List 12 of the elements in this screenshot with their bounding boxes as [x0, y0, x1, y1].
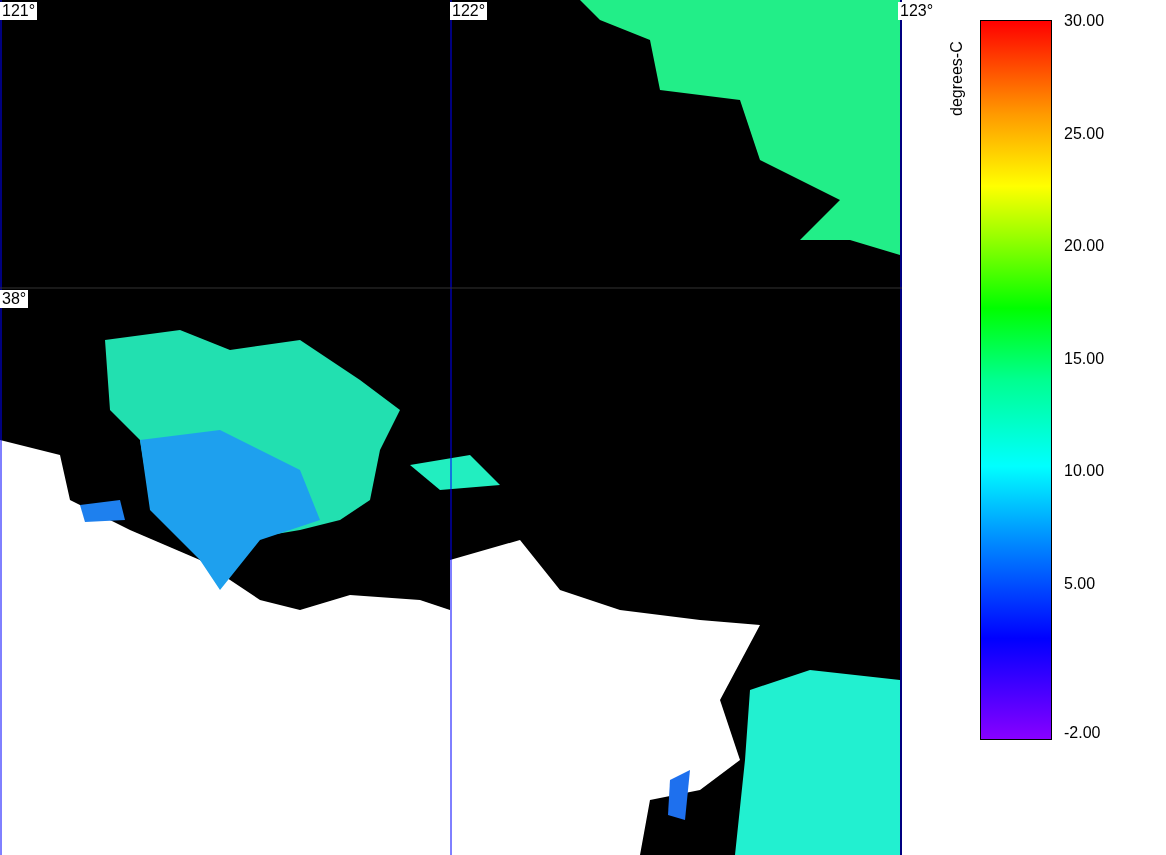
tick-label: 25.00	[1064, 124, 1105, 144]
tick-label: 20.00	[1064, 237, 1105, 256]
unit-label: degrees-C	[948, 41, 966, 116]
tick-label: 30.00	[1064, 12, 1105, 31]
longitude-label: 122°	[450, 2, 488, 20]
tick-label: 10.00	[1064, 462, 1105, 481]
tick-label: 5.00	[1064, 574, 1097, 594]
latitude-label: 38°	[0, 290, 29, 308]
longitude-label: 123°	[898, 2, 936, 20]
tick-label: 15.00	[1064, 349, 1105, 369]
longitude-label: 121°	[0, 2, 38, 20]
tick-label: -2.00	[1064, 724, 1102, 742]
